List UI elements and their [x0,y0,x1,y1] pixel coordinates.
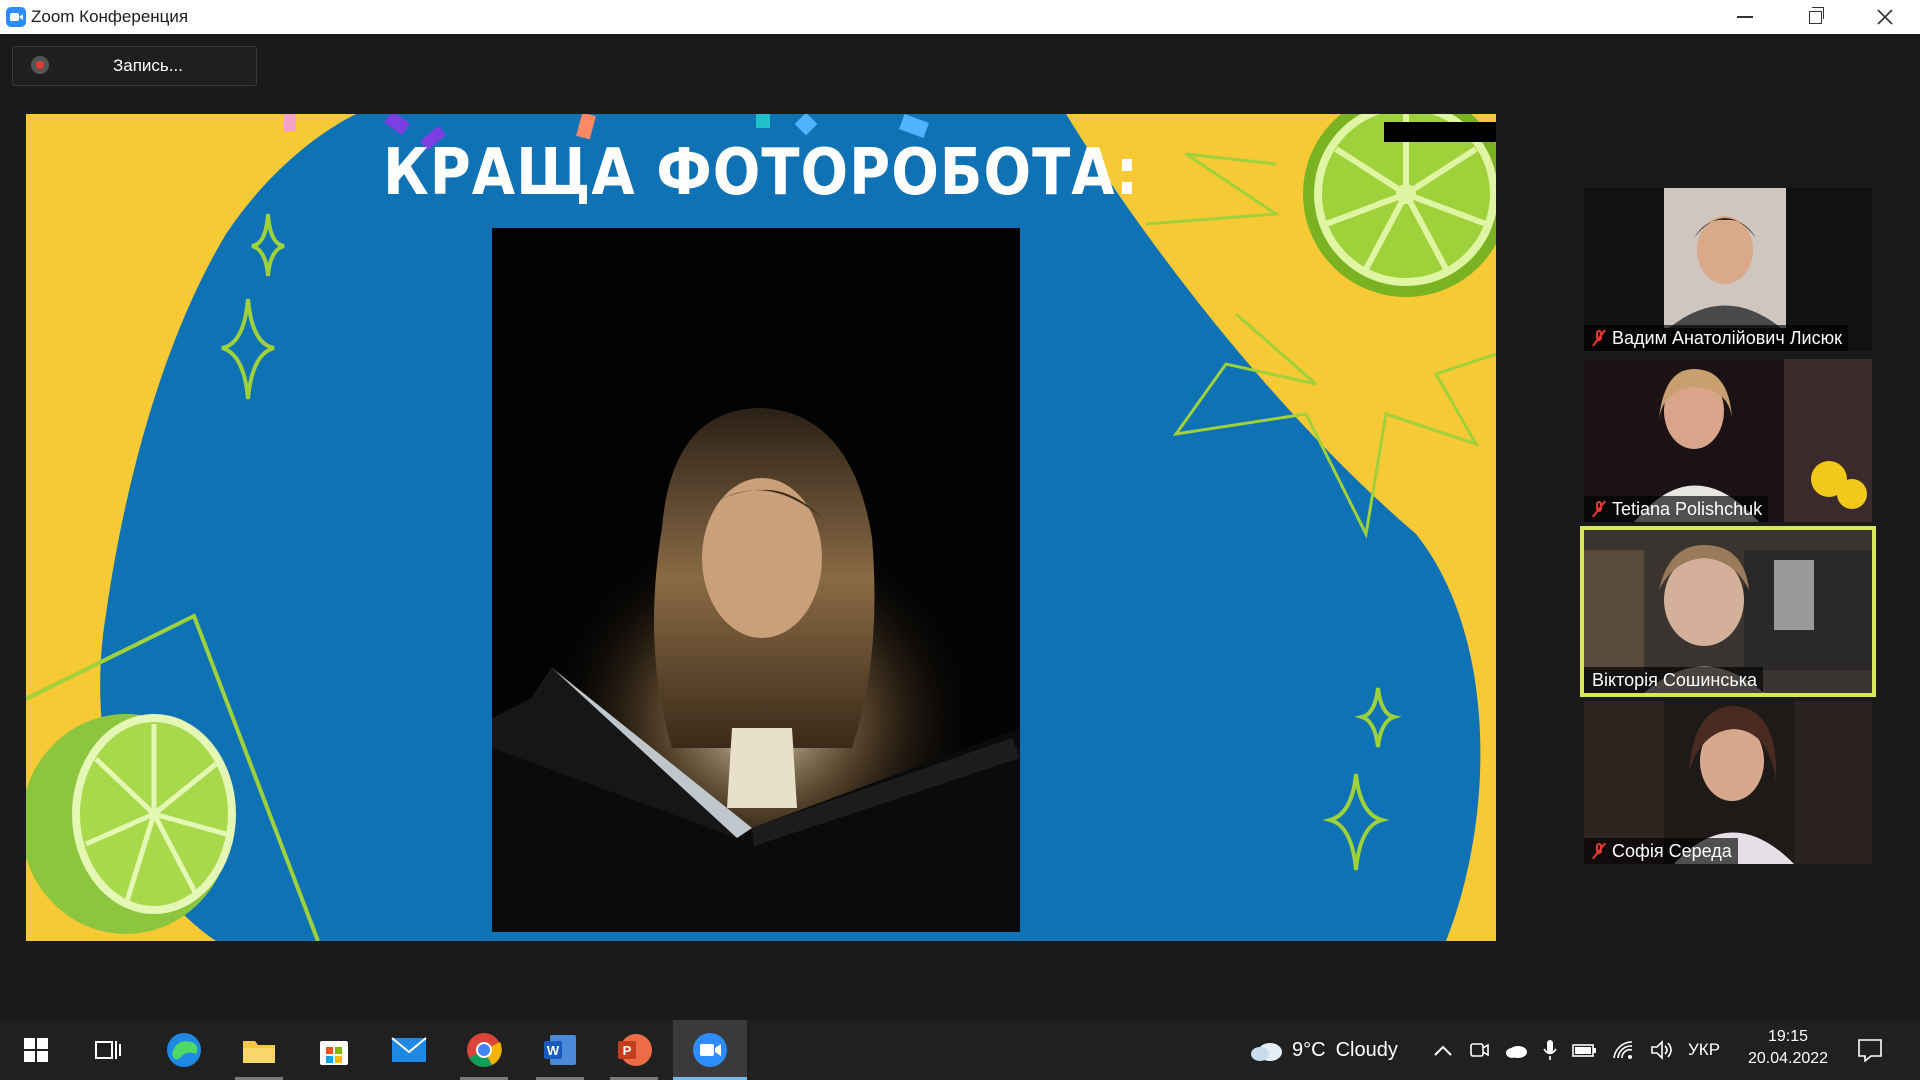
notification-icon [1858,1039,1882,1062]
powerpoint-button[interactable]: P [610,1030,658,1080]
recording-label: Запись... [113,56,183,75]
windows-taskbar: W P 9°C Cloudy УКР 19:15 20.04.2022 [0,1020,1920,1080]
zoom-taskbar-button[interactable] [673,1020,747,1080]
weather-widget[interactable]: 9°C Cloudy [1250,1020,1398,1080]
participant-name-bar: Вікторія Сошинська [1584,667,1763,693]
record-icon [31,56,49,74]
system-tray: УКР [1432,1020,1720,1080]
clock-time: 19:15 [1767,1028,1809,1045]
start-icon [24,1038,48,1062]
redaction-bar [1384,122,1496,142]
task-view-button[interactable] [84,1030,132,1070]
notifications-button[interactable] [1846,1030,1894,1070]
slide-title: КРАЩА ФОТОРОБОТА: [382,135,1140,210]
shared-screen: КРАЩА ФОТОРОБОТА: [26,114,1496,941]
file-explorer-button[interactable] [235,1030,283,1080]
start-button[interactable] [12,1030,60,1070]
onedrive-icon[interactable] [1504,1041,1528,1059]
wifi-icon[interactable] [1612,1040,1636,1060]
window-titlebar: Zoom Конференция [0,0,1920,34]
word-icon: W [544,1035,576,1065]
task-view-icon [95,1041,121,1059]
close-button[interactable] [1850,0,1920,34]
microsoft-store-button[interactable] [310,1030,358,1070]
participant-tile[interactable]: Вадим Анатолійович Лисюк [1584,188,1872,351]
edge-button[interactable] [160,1030,208,1070]
weather-condition: Cloudy [1335,1038,1398,1061]
weather-temp: 9°C [1292,1038,1326,1061]
zoom-icon [693,1033,727,1067]
svg-text:W: W [547,1043,560,1058]
participant-name: Софія Середа [1612,841,1732,861]
input-language[interactable]: УКР [1688,1040,1720,1060]
minimize-icon [1737,16,1753,18]
mail-icon [391,1037,427,1062]
clock-date: 20.04.2022 [1747,1050,1829,1067]
volume-icon[interactable] [1650,1040,1674,1060]
meet-now-icon[interactable] [1468,1039,1490,1061]
restore-icon [1808,6,1824,24]
microsoft-store-icon [320,1041,348,1065]
cloud-icon [1251,1043,1282,1061]
microphone-icon[interactable] [1542,1038,1558,1062]
participant-name: Вікторія Сошинська [1592,670,1757,690]
participant-name: Tetiana Polishchuk [1612,499,1763,519]
mail-button[interactable] [385,1030,433,1070]
mic-muted-icon [1592,842,1606,860]
slide-photo [492,228,1020,932]
word-button[interactable]: W [536,1030,584,1080]
file-explorer-icon [243,1041,275,1063]
powerpoint-icon: P [618,1034,652,1066]
close-icon [1877,9,1893,25]
participant-name: Вадим Анатолійович Лисюк [1612,328,1842,348]
window-title: Zoom Конференция [31,7,189,26]
participant-name-bar: Tetiana Polishchuk [1584,496,1769,522]
svg-text:P: P [623,1043,632,1058]
recording-button[interactable]: Запись... [12,46,257,86]
taskbar-clock[interactable]: 19:15 20.04.2022 [1738,1026,1838,1070]
chevron-up-icon[interactable] [1432,1043,1454,1057]
minimize-button[interactable] [1710,0,1780,34]
edge-icon [167,1033,201,1067]
girl-reading-book-image [492,408,1020,932]
participant-name-bar: Вадим Анатолійович Лисюк [1584,325,1848,351]
participant-name-bar: Софія Середа [1584,838,1738,864]
zoom-app-icon [6,7,26,27]
mic-muted-icon [1592,329,1606,347]
participant-tile[interactable]: Софія Середа [1584,701,1872,864]
chrome-icon [467,1033,502,1067]
restore-button[interactable] [1780,0,1850,34]
participant-tile[interactable]: Tetiana Polishchuk [1584,359,1872,522]
chrome-button[interactable] [460,1030,508,1080]
mic-muted-icon [1592,500,1606,518]
participant-tile-active-speaker[interactable]: Вікторія Сошинська [1580,526,1876,697]
battery-icon[interactable] [1572,1041,1598,1059]
